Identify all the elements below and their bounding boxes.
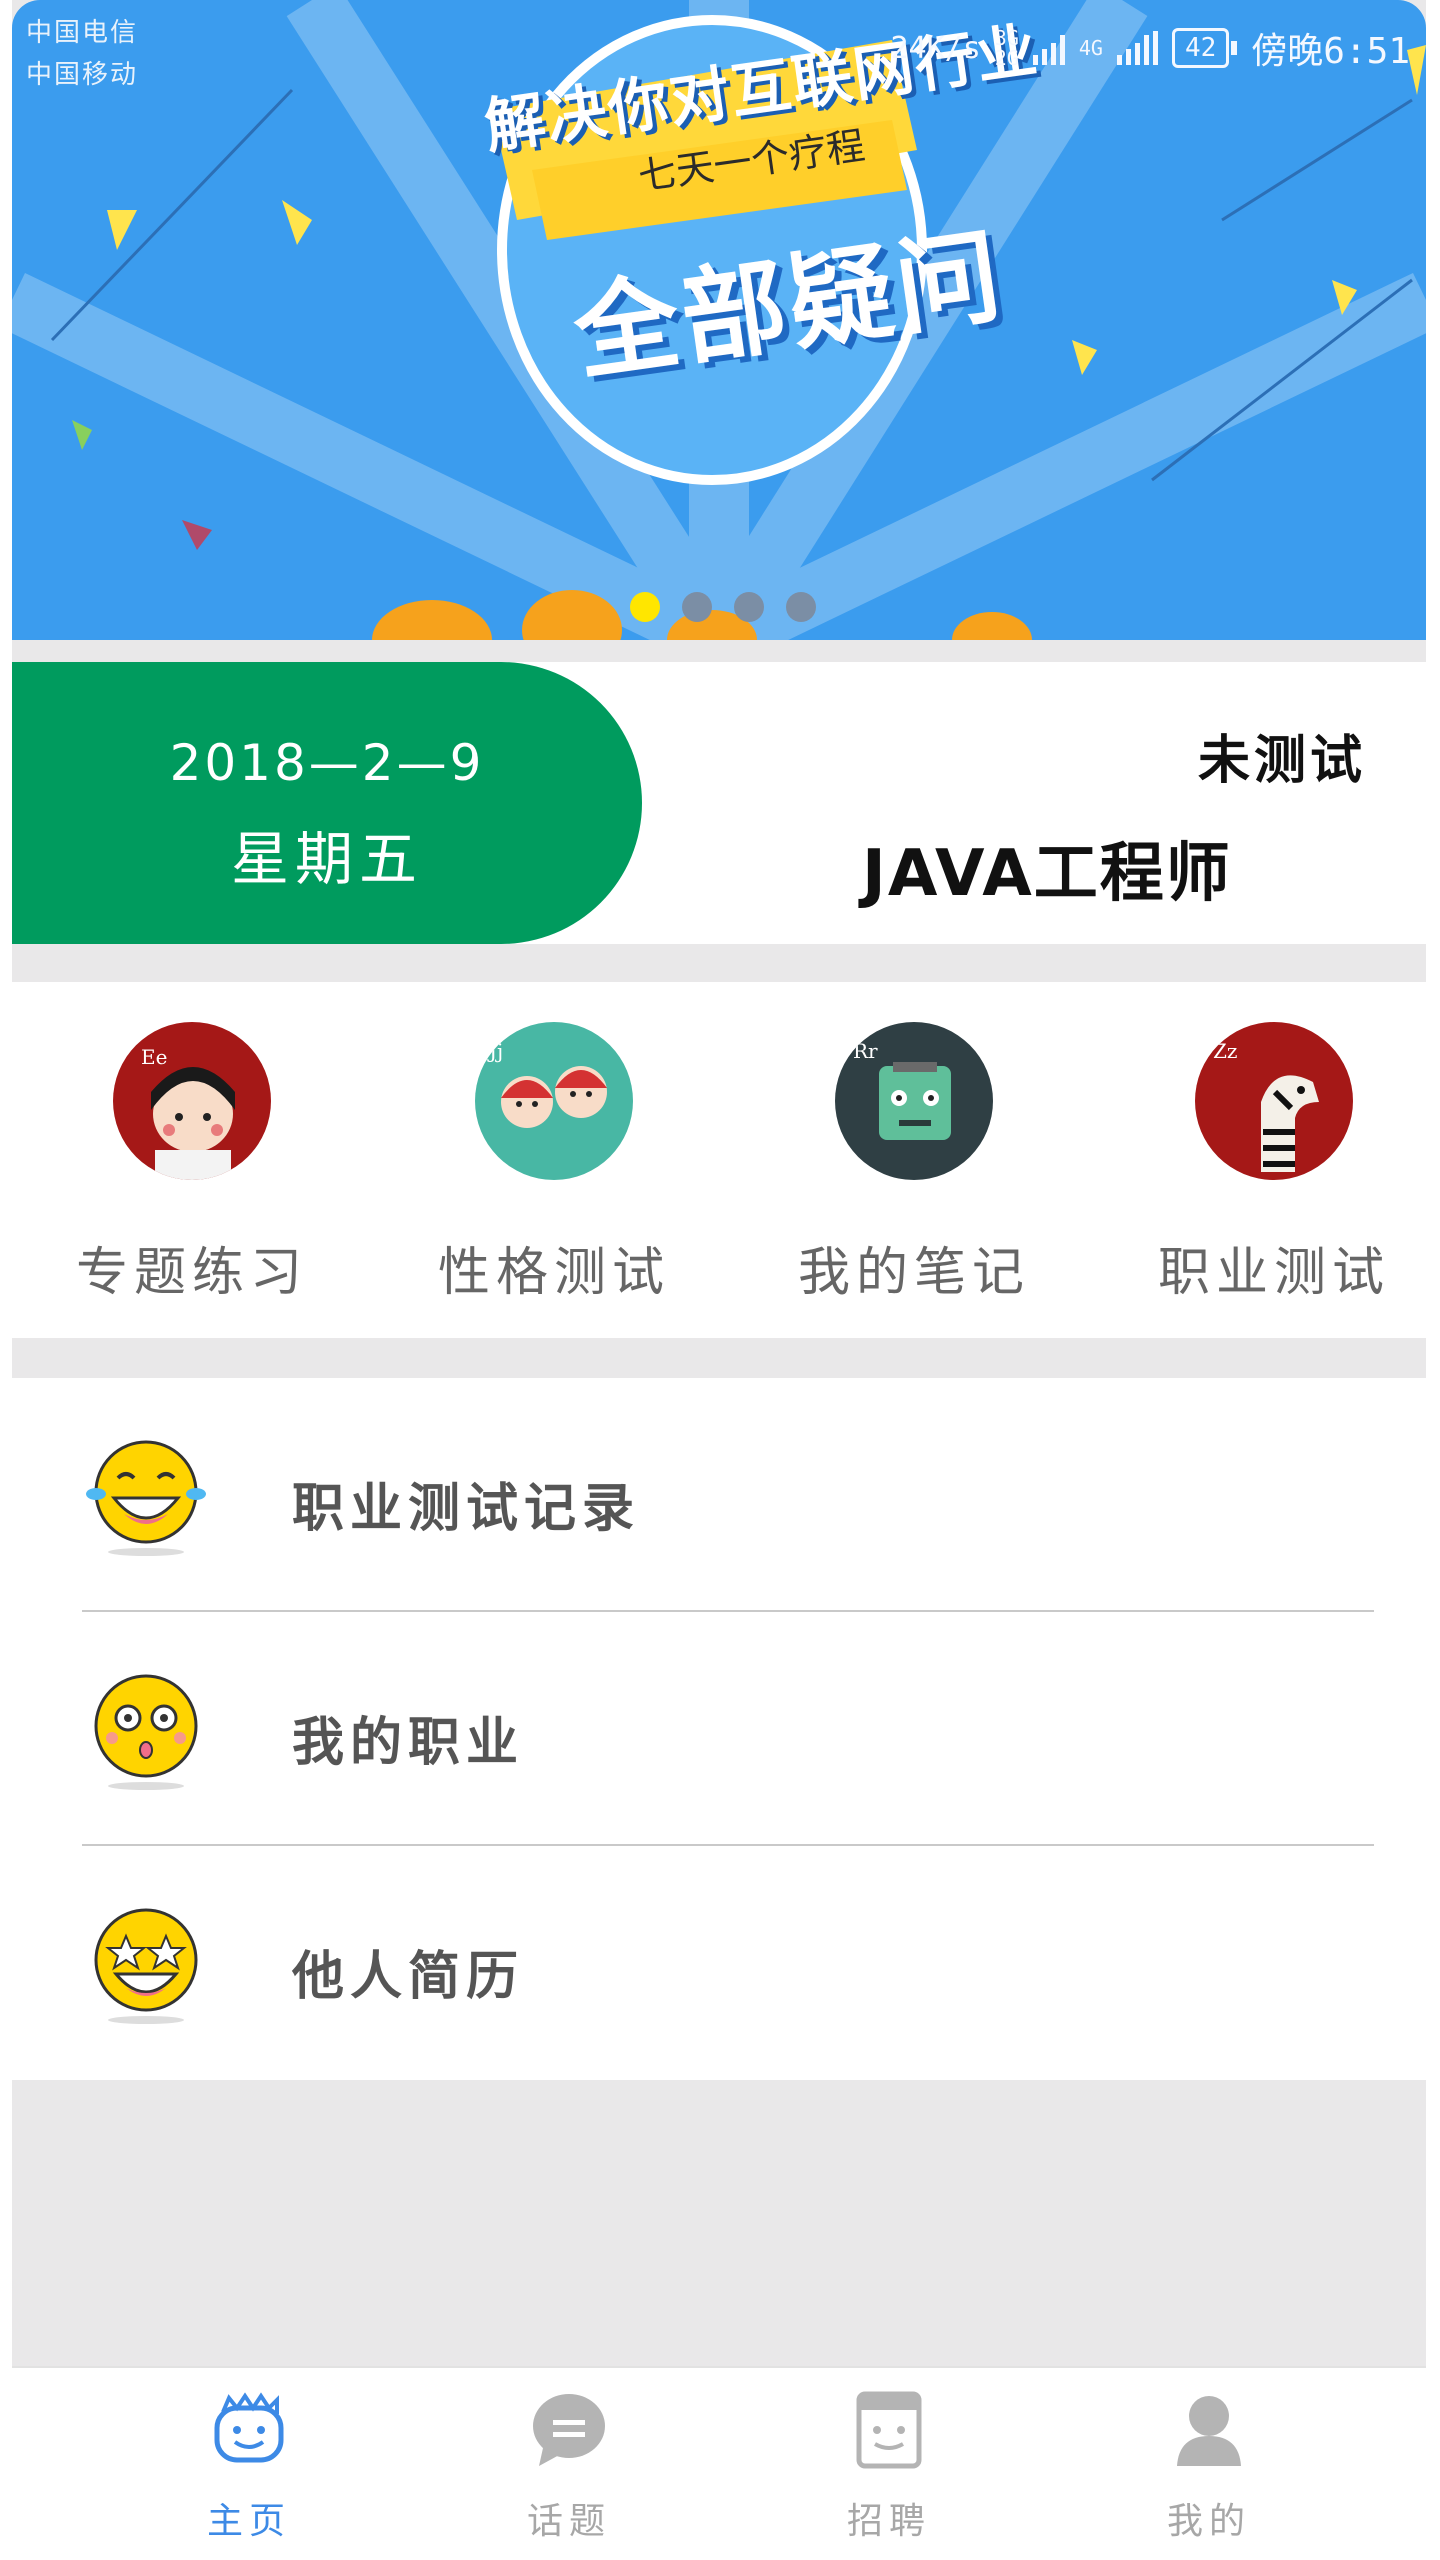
robot-avatar-icon: Rr: [835, 1022, 993, 1180]
girl-avatar-icon: Ee: [113, 1022, 271, 1180]
tab-label: 招聘: [846, 2501, 931, 2542]
current-weekday: 星期五: [230, 825, 423, 893]
tab-label: 主页: [206, 2501, 291, 2542]
feature-list: 职业测试记录 我的职业 他人简历: [12, 1378, 1426, 2080]
carrier-2: 中国移动: [26, 60, 139, 90]
network-type-top: 3G: [994, 26, 1019, 50]
tab-topics[interactable]: 话题: [444, 2390, 694, 2544]
quick-item-label: 职业测试: [1157, 1243, 1390, 1303]
quick-item-career-test[interactable]: Zz 职业测试: [1094, 1022, 1426, 1305]
bottom-tab-bar: 主页 话题 招聘 我的: [12, 2366, 1426, 2560]
banner-dot[interactable]: [682, 592, 712, 622]
quick-item-label: 专题练习: [75, 1243, 308, 1303]
person-icon: [1169, 2390, 1249, 2470]
quick-item-topic-practice[interactable]: Ee 专题练习: [12, 1022, 372, 1305]
star-eyes-emoji-icon: [84, 1902, 208, 2026]
banner-dot[interactable]: [734, 592, 764, 622]
list-item-label: 他人简历: [292, 1947, 525, 2007]
chat-bubble-icon: [529, 2390, 609, 2470]
list-item-label: 我的职业: [292, 1713, 525, 1773]
clock: 傍晚6:51: [1251, 31, 1410, 72]
surprised-emoji-icon: [84, 1668, 208, 1792]
quick-item-personality-test[interactable]: Jj 性格测试: [374, 1022, 734, 1305]
tab-jobs[interactable]: 招聘: [764, 2390, 1014, 2544]
test-status: 未测试: [1197, 731, 1366, 791]
job-board-icon: [849, 2390, 929, 2470]
network-type-2: 4G: [1078, 36, 1103, 60]
list-item-label: 职业测试记录: [292, 1479, 641, 1539]
tab-mine[interactable]: 我的: [1084, 2390, 1334, 2544]
twins-avatar-icon: Jj: [475, 1022, 633, 1180]
banner-dot[interactable]: [630, 592, 660, 622]
list-item-career-test-records[interactable]: 职业测试记录: [12, 1378, 1426, 1612]
date-pill: 2018—2—9 星期五: [12, 662, 642, 944]
signal-icon: [1032, 31, 1065, 65]
current-date: 2018—2—9: [169, 734, 485, 792]
tab-label: 我的: [1166, 2501, 1251, 2542]
quick-item-label: 性格测试: [437, 1243, 670, 1303]
signal-icon-2: [1116, 31, 1158, 65]
quick-item-my-notes[interactable]: Rr 我的笔记: [734, 1022, 1094, 1305]
svg-text:Ee: Ee: [141, 1045, 167, 1069]
laughing-tears-emoji-icon: [84, 1434, 208, 1558]
home-face-icon: [209, 2390, 289, 2470]
promo-banner[interactable]: 解决你对互联网行业 七天一个疗程 全部疑问 中国电信 中国移动 24K/s 3G…: [12, 0, 1426, 640]
tab-home[interactable]: 主页: [124, 2390, 374, 2544]
carrier-1: 中国电信: [26, 18, 139, 48]
date-card[interactable]: 2018—2—9 星期五 未测试 JAVA工程师: [12, 662, 1426, 944]
network-type-bottom: 2G: [994, 46, 1019, 70]
net-speed: 24K/s: [890, 30, 981, 66]
quick-menu: Ee 专题练习 Jj 性格测试 Rr 我的笔记 Zz 职业测试: [12, 982, 1426, 1338]
banner-indicator: [630, 592, 816, 622]
status-bar: 中国电信 中国移动 24K/s 3G 2G 4G 42 傍晚6:51: [12, 0, 1426, 90]
svg-text:Rr: Rr: [853, 1039, 878, 1063]
app-frame: 解决你对互联网行业 七天一个疗程 全部疑问 中国电信 中国移动 24K/s 3G…: [12, 0, 1426, 2560]
list-item-my-career[interactable]: 我的职业: [12, 1612, 1426, 1846]
quick-item-label: 我的笔记: [797, 1243, 1030, 1303]
job-title: JAVA工程师: [862, 837, 1232, 911]
battery-tip-icon: [1231, 41, 1238, 55]
svg-text:Jj: Jj: [487, 1039, 503, 1063]
network-type: 3G 2G: [995, 28, 1019, 68]
banner-dot[interactable]: [786, 592, 816, 622]
battery-icon: 42: [1171, 28, 1230, 68]
list-item-others-resume[interactable]: 他人简历: [12, 1846, 1426, 2080]
zebra-avatar-icon: Zz: [1195, 1022, 1353, 1180]
tab-label: 话题: [526, 2501, 611, 2542]
svg-text:Zz: Zz: [1213, 1039, 1237, 1063]
